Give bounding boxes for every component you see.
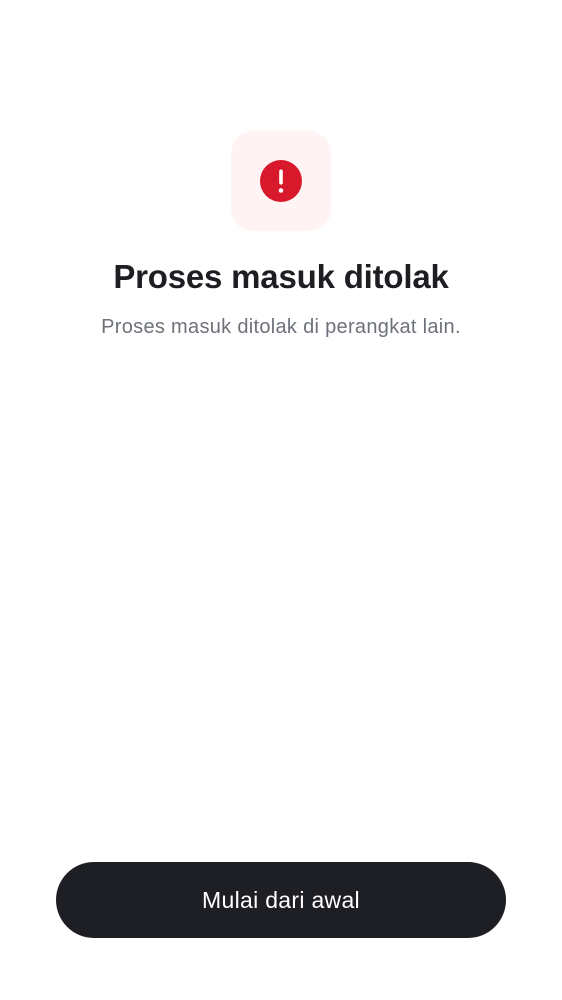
- alert-icon: [260, 160, 302, 202]
- status-message: Proses masuk ditolak di perangkat lain.: [101, 316, 461, 338]
- restart-button[interactable]: Mulai dari awal: [56, 862, 506, 938]
- login-rejected-screen: Proses masuk ditolak Proses masuk ditola…: [0, 0, 562, 1000]
- status-icon-tile: [231, 131, 331, 231]
- page-title: Proses masuk ditolak: [113, 258, 449, 295]
